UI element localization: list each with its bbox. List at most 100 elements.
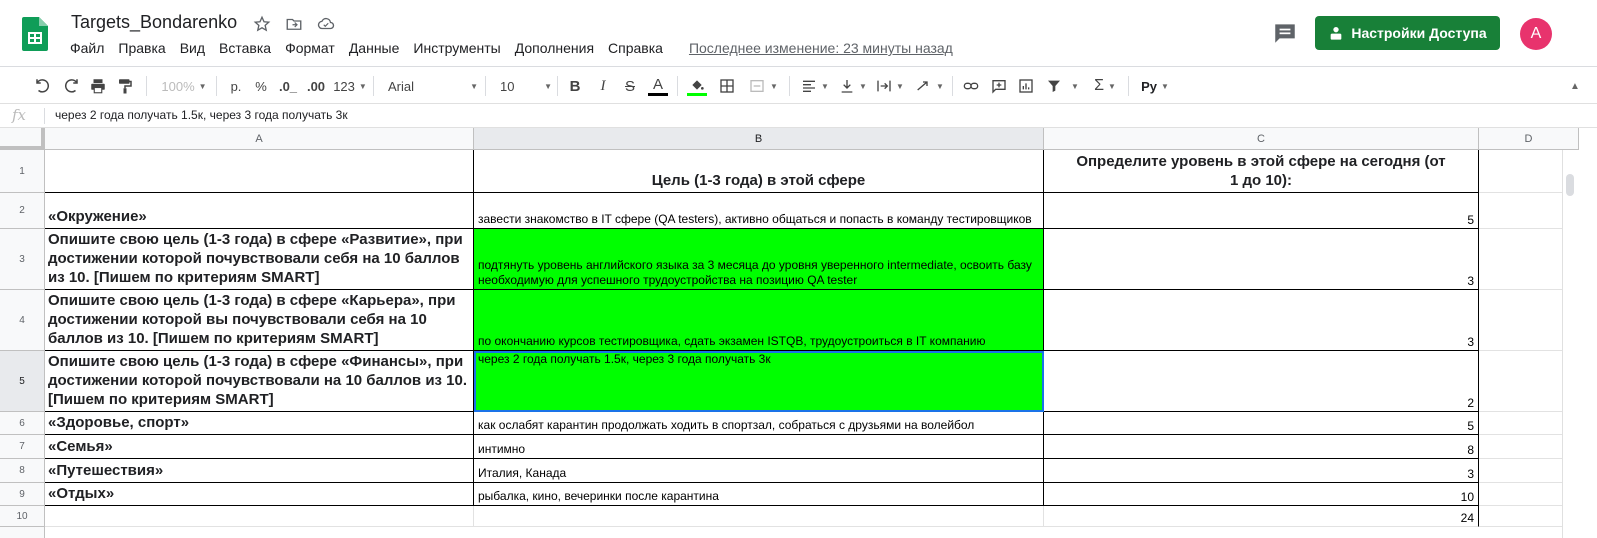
menu-help[interactable]: Справка xyxy=(608,40,669,56)
row-header[interactable] xyxy=(0,527,45,538)
cell-a4[interactable]: Опишите свою цель (1-3 года) в сфере «Ка… xyxy=(45,290,474,351)
menu-view[interactable]: Вид xyxy=(180,40,211,56)
row-header[interactable]: 9 xyxy=(0,483,45,506)
merge-cells-icon[interactable]: ▼ xyxy=(744,73,782,99)
menu-file[interactable]: Файл xyxy=(70,40,110,56)
currency-format-button[interactable]: р. xyxy=(228,73,244,99)
menu-insert[interactable]: Вставка xyxy=(219,40,277,56)
zoom-select[interactable]: 100% ▼ xyxy=(158,73,210,99)
row-header[interactable]: 6 xyxy=(0,412,45,435)
menu-data[interactable]: Данные xyxy=(349,40,406,56)
row-header[interactable]: 1 xyxy=(0,150,45,193)
text-wrap-icon[interactable]: ▼ xyxy=(874,73,906,99)
formula-input[interactable]: через 2 года получать 1.5к, через 3 года… xyxy=(55,108,348,122)
functions-icon[interactable]: Σ ▼ xyxy=(1090,73,1120,99)
more-formats-label: 123 xyxy=(333,78,355,94)
text-rotation-icon[interactable]: ▼ xyxy=(912,73,946,99)
cell-c9[interactable]: 10 xyxy=(1044,483,1479,506)
horizontal-align-icon[interactable]: ▼ xyxy=(800,73,830,99)
cell-a6[interactable]: «Здоровье, спорт» xyxy=(45,412,474,435)
comments-icon[interactable] xyxy=(1272,20,1298,46)
cell-b2[interactable]: завести знакомство в IT сфере (QA tester… xyxy=(474,193,1044,229)
filter-icon[interactable] xyxy=(1043,73,1065,99)
share-button[interactable]: Настройки Доступа xyxy=(1315,16,1500,50)
vertical-scrollbar[interactable] xyxy=(1562,150,1597,538)
cell-a7[interactable]: «Семья» xyxy=(45,435,474,459)
bold-button[interactable]: B xyxy=(566,73,584,99)
cell-b1[interactable]: Цель (1-3 года) в этой сфере xyxy=(474,150,1044,193)
cell-c3[interactable]: 3 xyxy=(1044,229,1479,290)
cell-a2[interactable]: «Окружение» xyxy=(45,193,474,229)
vertical-align-icon[interactable]: ▼ xyxy=(838,73,868,99)
strikethrough-button[interactable]: S xyxy=(621,73,639,99)
scrollbar-thumb[interactable] xyxy=(1566,174,1574,196)
cell-b10[interactable] xyxy=(474,506,1044,527)
cell-c2[interactable]: 5 xyxy=(1044,193,1479,229)
input-tools-button[interactable]: Pу ▼ xyxy=(1138,73,1172,99)
avatar[interactable]: A xyxy=(1520,18,1552,50)
column-header-d[interactable]: D xyxy=(1479,128,1579,150)
cloud-saved-icon[interactable] xyxy=(316,14,336,34)
menu-edit[interactable]: Правка xyxy=(118,40,171,56)
menu-tools[interactable]: Инструменты xyxy=(413,40,506,56)
font-size-select[interactable]: 10 ▼ xyxy=(500,73,552,99)
menu-addons[interactable]: Дополнения xyxy=(515,40,600,56)
insert-comment-icon[interactable] xyxy=(988,73,1010,99)
paint-format-icon[interactable] xyxy=(114,73,136,99)
cell-c6[interactable]: 5 xyxy=(1044,412,1479,435)
cell-b5[interactable]: через 2 года получать 1.5к, через 3 года… xyxy=(474,351,1044,412)
fill-color-button[interactable] xyxy=(686,73,708,99)
filter-views-caret-icon[interactable]: ▼ xyxy=(1068,73,1082,99)
collapse-toolbar-icon[interactable]: ▲ xyxy=(1565,73,1585,99)
insert-link-icon[interactable] xyxy=(960,73,982,99)
star-icon[interactable] xyxy=(252,14,272,34)
cell-c8[interactable]: 3 xyxy=(1044,459,1479,483)
cell-c7[interactable]: 8 xyxy=(1044,435,1479,459)
borders-icon[interactable] xyxy=(716,73,738,99)
document-title[interactable]: Targets_Bondarenko xyxy=(71,12,237,33)
sheets-logo-icon[interactable] xyxy=(22,17,48,51)
column-header-c[interactable]: C xyxy=(1044,128,1479,150)
cell-a8[interactable]: «Путешествия» xyxy=(45,459,474,483)
zoom-value: 100% xyxy=(161,78,195,94)
insert-chart-icon[interactable] xyxy=(1015,73,1037,99)
decrease-decimal-button[interactable]: .0_ xyxy=(278,73,298,99)
cell-a5[interactable]: Опишите свою цель (1-3 года) в сфере «Фи… xyxy=(45,351,474,412)
move-folder-icon[interactable] xyxy=(284,14,304,34)
more-formats-select[interactable]: 123 ▼ xyxy=(333,73,367,99)
column-header-b[interactable]: B xyxy=(474,128,1044,150)
text-color-button[interactable]: A xyxy=(647,73,669,99)
percent-format-button[interactable]: % xyxy=(254,73,268,99)
cell-c5[interactable]: 2 xyxy=(1044,351,1479,412)
menu-format[interactable]: Формат xyxy=(285,40,341,56)
italic-button[interactable]: I xyxy=(594,73,612,99)
last-edit-link[interactable]: Последнее изменение: 23 минуты назад xyxy=(689,40,953,56)
cell-a9[interactable]: «Отдых» xyxy=(45,483,474,506)
cell-b9[interactable]: рыбалка, кино, вечеринки после карантина xyxy=(474,483,1044,506)
row-header[interactable]: 5 xyxy=(0,351,45,412)
cell-c4[interactable]: 3 xyxy=(1044,290,1479,351)
redo-icon[interactable] xyxy=(60,73,82,99)
row-header[interactable]: 3 xyxy=(0,229,45,290)
cell-c1[interactable]: Определите уровень в этой сфере на сегод… xyxy=(1044,150,1479,193)
cell-c10[interactable]: 24 xyxy=(1044,506,1479,527)
cell-b8[interactable]: Италия, Канада xyxy=(474,459,1044,483)
row-header[interactable]: 4 xyxy=(0,290,45,351)
row-header[interactable]: 8 xyxy=(0,459,45,483)
select-all-corner[interactable] xyxy=(0,128,45,150)
font-family-select[interactable]: Arial ▼ xyxy=(388,73,478,99)
print-icon[interactable] xyxy=(87,73,109,99)
row-header[interactable]: 10 xyxy=(0,506,45,527)
cell-a3[interactable]: Опишите свою цель (1-3 года) в сфере «Ра… xyxy=(45,229,474,290)
cell-a1[interactable] xyxy=(45,150,474,193)
undo-icon[interactable] xyxy=(32,73,54,99)
increase-decimal-button[interactable]: .00 xyxy=(305,73,327,99)
row-header[interactable]: 7 xyxy=(0,435,45,459)
cell-b4[interactable]: по окончанию курсов тестировщика, сдать … xyxy=(474,290,1044,351)
cell-a10[interactable] xyxy=(45,506,474,527)
cell-b7[interactable]: интимно xyxy=(474,435,1044,459)
column-header-a[interactable]: A xyxy=(45,128,474,150)
row-header[interactable]: 2 xyxy=(0,193,45,229)
cell-b3[interactable]: подтянуть уровень английского языка за 3… xyxy=(474,229,1044,290)
cell-b6[interactable]: как ослабят карантин продолжать ходить в… xyxy=(474,412,1044,435)
